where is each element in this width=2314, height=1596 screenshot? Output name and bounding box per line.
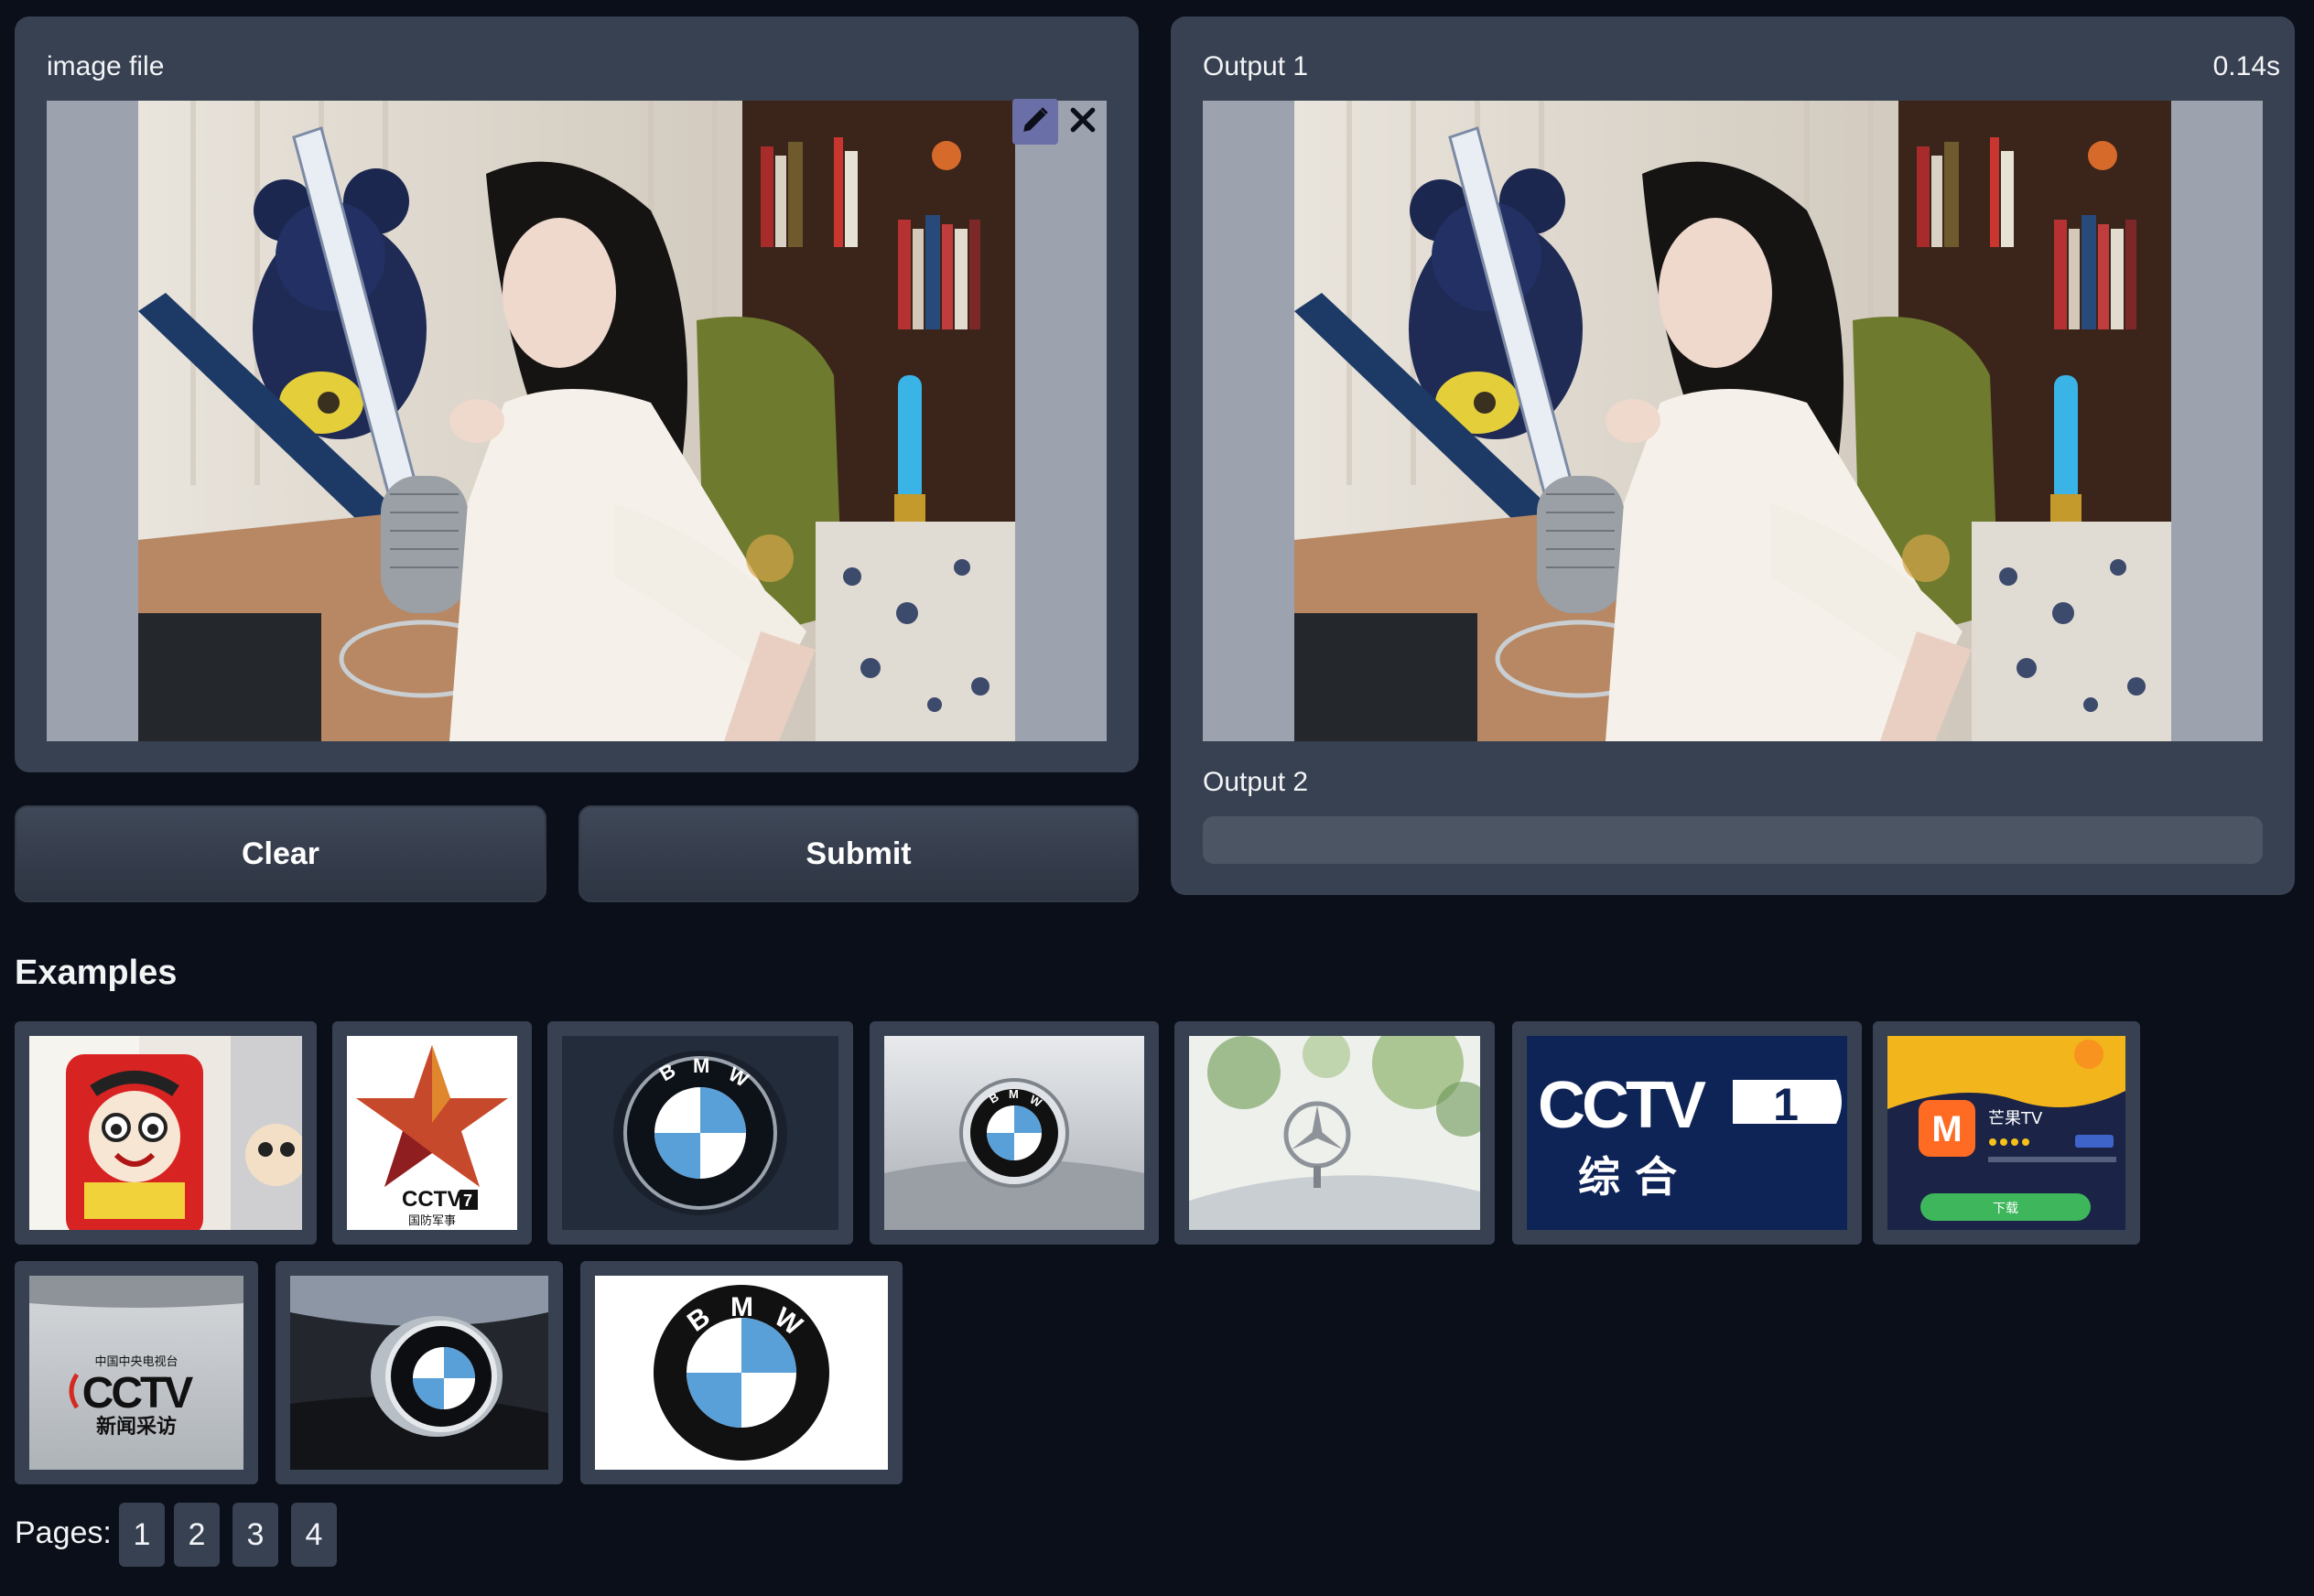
example-thumb: B M W xyxy=(562,1036,838,1230)
output1-image xyxy=(1294,101,2171,741)
cctv-news-bottom: 新闻采访 xyxy=(96,1415,177,1439)
remove-image-button[interactable] xyxy=(1060,99,1106,145)
cctv1-subtitle: 综 合 xyxy=(1578,1152,1677,1202)
page-button-3[interactable]: 3 xyxy=(232,1503,278,1567)
svg-text:1: 1 xyxy=(1773,1079,1799,1130)
example-thumb xyxy=(29,1036,302,1230)
cctv7-subtitle: 国防军事 xyxy=(408,1213,456,1228)
example-thumb: M 芒果TV 下载 xyxy=(1887,1036,2125,1230)
svg-text:M: M xyxy=(693,1054,709,1077)
edit-button[interactable] xyxy=(1012,99,1058,145)
submit-button[interactable]: Submit xyxy=(578,805,1139,902)
example-mercedes[interactable] xyxy=(1174,1021,1495,1245)
input-panel: image file xyxy=(15,16,1139,772)
page-button-2[interactable]: 2 xyxy=(174,1503,220,1567)
example-mangotv[interactable]: M 芒果TV 下载 xyxy=(1873,1021,2140,1245)
example-thumb: B M W xyxy=(595,1276,888,1470)
input-image-area[interactable] xyxy=(47,101,1107,741)
output1-label: Output 1 xyxy=(1203,51,1309,81)
svg-text:7: 7 xyxy=(463,1192,472,1210)
output2-label: Output 2 xyxy=(1203,767,1309,797)
example-thumb: CCTV 1 综 合 xyxy=(1527,1036,1847,1230)
input-image xyxy=(138,101,1015,741)
svg-text:M: M xyxy=(1009,1087,1019,1101)
output-panel: Output 1 0.14s Output 2 xyxy=(1171,16,2295,895)
cctv-news-top: 中国中央电视台 xyxy=(94,1355,178,1369)
example-thumb: 中国中央电视台 CCTV 新闻采访 xyxy=(29,1276,243,1470)
examples-heading: Examples xyxy=(15,954,178,992)
output1-image-area xyxy=(1203,101,2263,741)
example-bmw-dark[interactable]: B M W xyxy=(547,1021,853,1245)
example-wahaha-cans[interactable] xyxy=(15,1021,317,1245)
example-thumb xyxy=(290,1276,548,1470)
mango-app-name: 芒果TV xyxy=(1988,1109,2043,1128)
close-icon xyxy=(1068,105,1098,139)
example-cctv-news[interactable]: 中国中央电视台 CCTV 新闻采访 xyxy=(15,1261,258,1484)
pages-label: Pages: xyxy=(15,1515,112,1550)
example-bmw-logo[interactable]: B M W xyxy=(580,1261,903,1484)
svg-text:CCTV: CCTV xyxy=(82,1369,194,1418)
svg-text:CCTV: CCTV xyxy=(402,1187,461,1212)
svg-text:M: M xyxy=(1931,1109,1962,1149)
svg-text:CCTV: CCTV xyxy=(1538,1069,1706,1142)
svg-text:M: M xyxy=(730,1292,753,1322)
example-cctv7[interactable]: CCTV 7 国防军事 xyxy=(332,1021,532,1245)
example-bmw-trunk[interactable] xyxy=(276,1261,563,1484)
example-thumb: CCTV 7 国防军事 xyxy=(347,1036,517,1230)
timing-label: 0.14s xyxy=(2212,51,2280,81)
example-cctv1[interactable]: CCTV 1 综 合 xyxy=(1512,1021,1862,1245)
example-thumb xyxy=(1189,1036,1480,1230)
page-button-4[interactable]: 4 xyxy=(291,1503,337,1567)
output2-textbox[interactable] xyxy=(1203,816,2263,864)
input-label: image file xyxy=(47,51,165,81)
example-bmw-car[interactable]: B M W xyxy=(870,1021,1159,1245)
page-button-1[interactable]: 1 xyxy=(119,1503,165,1567)
clear-button[interactable]: Clear xyxy=(15,805,546,902)
pencil-icon xyxy=(1020,104,1051,140)
example-thumb: B M W xyxy=(884,1036,1144,1230)
mango-download-label: 下载 xyxy=(1993,1202,2018,1216)
